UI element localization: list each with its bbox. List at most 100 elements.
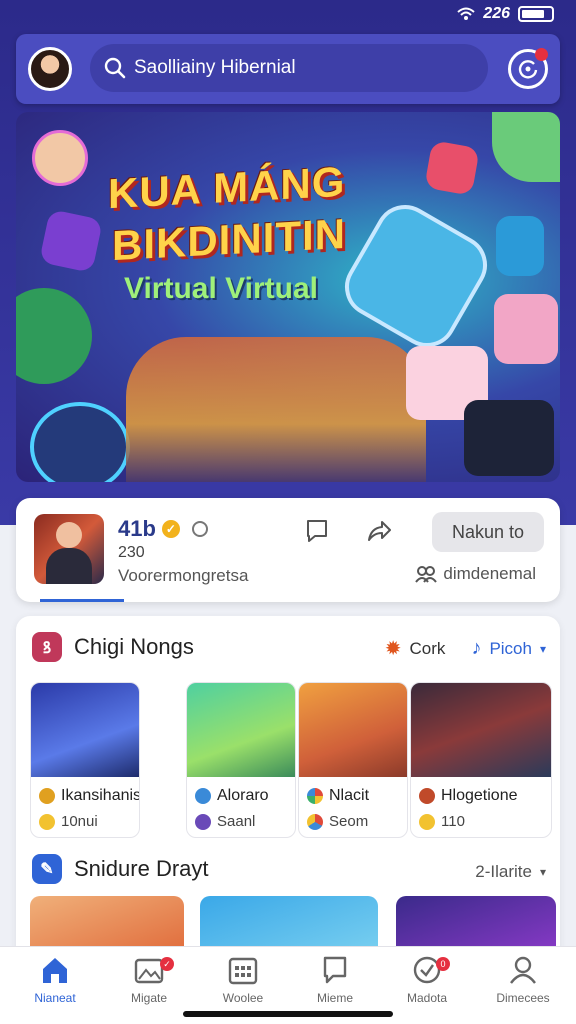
section1-sort[interactable]: Picoh: [489, 639, 532, 659]
banner-title-line2: BIKDINITIN: [112, 209, 346, 270]
progress-indicator: [40, 599, 124, 602]
status-bar: 226: [0, 0, 576, 30]
tile-sub-row: 110: [419, 813, 465, 830]
avatar-icon: [195, 788, 211, 804]
chevron-down-icon: ▾: [539, 641, 546, 656]
music-note-icon: ♪: [471, 637, 482, 659]
channel-name: 41b ✓: [118, 516, 208, 542]
hero-banner[interactable]: KUA MÁNG BIKDINITIN Virtual Virtual: [16, 112, 560, 482]
emoji-icon: [39, 813, 55, 830]
battery-icon: [518, 6, 554, 22]
section1-header: ꝸ Chigi Nongs: [32, 632, 194, 662]
home-indicator: [183, 1011, 393, 1017]
nav-woolee[interactable]: Woolee: [198, 955, 288, 1005]
tile-title-row: Hlogetione: [419, 787, 518, 805]
tile-title: Hlogetione: [441, 787, 518, 804]
verified-icon: ✓: [161, 520, 180, 538]
info-card: 41b ✓ 230 Voorermongretsa Nakun to dimde…: [16, 498, 560, 602]
avatar[interactable]: [28, 47, 72, 91]
content-tile[interactable]: Hlogetione 110: [410, 682, 552, 838]
content-tile[interactable]: Aloraro Saanl: [186, 682, 296, 838]
status-right: 226: [457, 5, 554, 23]
channel-sub: 230: [118, 544, 145, 561]
avatar-icon: [307, 788, 323, 804]
notification-dot: [535, 48, 548, 61]
banner-title: KUA MÁNG: [108, 157, 346, 218]
tile-title-row: Aloraro: [195, 787, 269, 805]
comment-icon[interactable]: [304, 518, 330, 544]
nav-label: Mieme: [316, 991, 353, 1005]
tile-sub: Saanl: [217, 813, 256, 830]
section1-title: Chigi Nongs: [74, 634, 194, 659]
banner-speaker-decoration: [30, 402, 130, 482]
nav-madota[interactable]: 0 Madota: [382, 955, 472, 1005]
tile-sub: 110: [441, 813, 465, 830]
channel-meta-text: dimdenemal: [443, 564, 536, 583]
section1-controls: ✹ Cork ♪ Picoh ▾: [385, 636, 546, 661]
banner-plus-decoration: [38, 208, 104, 274]
tile-image: [187, 683, 295, 777]
channel-meta: dimdenemal: [415, 564, 536, 584]
join-button[interactable]: Nakun to: [432, 512, 544, 552]
settings-icon: ✹: [384, 638, 402, 660]
nav-label: Migate: [130, 991, 168, 1005]
nav-label: Woolee: [222, 991, 264, 1005]
search-icon: [104, 57, 126, 79]
tile-title-row: Ikansihanis: [39, 787, 139, 805]
tile-sub: 10nui: [61, 813, 98, 830]
banner-tile-decoration: [424, 140, 480, 196]
tile-sub-row: Saanl: [195, 813, 255, 830]
banner-tile3-decoration: [494, 294, 558, 364]
wifi-icon: [457, 7, 475, 20]
avatar-icon: [39, 788, 55, 804]
content-tile[interactable]: Ikansihanis 10nui: [30, 682, 140, 838]
nav-label: Nianeat: [34, 991, 76, 1005]
emoji-icon: [307, 813, 323, 830]
avatar-icon: [419, 788, 435, 804]
emoji-icon: [195, 813, 211, 830]
bookmark-icon: [323, 956, 347, 984]
music-icon: ꝸ: [32, 632, 62, 662]
tile-title: Aloraro: [217, 787, 269, 804]
nav-migate[interactable]: ✓ Migate: [104, 955, 194, 1005]
group-icon: [415, 566, 438, 583]
chevron-down-icon: ▾: [539, 865, 546, 879]
nav-label: Madota: [406, 991, 448, 1005]
content-tile[interactable]: Nlacit Seom: [298, 682, 408, 838]
nav-badge: 0: [436, 957, 450, 971]
nav-home[interactable]: Nianeat: [10, 955, 100, 1005]
channel-count: 41b: [118, 516, 156, 541]
tile-sub-row: Seom: [307, 813, 368, 830]
nav-badge: ✓: [160, 957, 174, 971]
refresh-icon: [518, 60, 538, 79]
tile-title: Nlacit: [329, 787, 370, 804]
section1-filter[interactable]: Cork: [410, 639, 446, 659]
banner-player-decoration: [492, 112, 560, 182]
nav-profile[interactable]: Dimecees: [478, 955, 568, 1005]
info-icon[interactable]: [191, 521, 208, 537]
banner-subtitle: Virtual Virtual: [124, 272, 318, 305]
notification-button[interactable]: [508, 48, 548, 89]
nav-mieme[interactable]: Mieme: [290, 955, 380, 1005]
tile-sub: Seom: [329, 813, 369, 830]
banner-camera-decoration: [464, 400, 554, 476]
section2-title: Snidure Drayt: [74, 856, 209, 881]
section2-filter[interactable]: 2-Ilarite: [475, 862, 532, 882]
section2-header: ✎ Snidure Drayt: [32, 854, 209, 884]
channel-thumbnail[interactable]: [34, 514, 104, 584]
tile-image: [411, 683, 551, 777]
nav-label: Dimecees: [496, 991, 550, 1005]
section2-controls[interactable]: 2-Ilarite ▾: [475, 862, 546, 882]
search-bar[interactable]: [90, 44, 488, 92]
calendar-icon: [228, 957, 258, 985]
status-time: 226: [483, 5, 510, 22]
share-icon[interactable]: [366, 518, 392, 544]
banner-magnifier-decoration: [16, 288, 92, 384]
user-icon: [510, 956, 536, 984]
tile-image: [31, 683, 139, 777]
tile-image: [299, 683, 407, 777]
channel-description: Voorermongretsa: [118, 566, 249, 585]
search-input[interactable]: [134, 57, 474, 79]
tile-sub-row: 10nui: [39, 813, 98, 830]
tile-title-row: Nlacit: [307, 787, 369, 805]
